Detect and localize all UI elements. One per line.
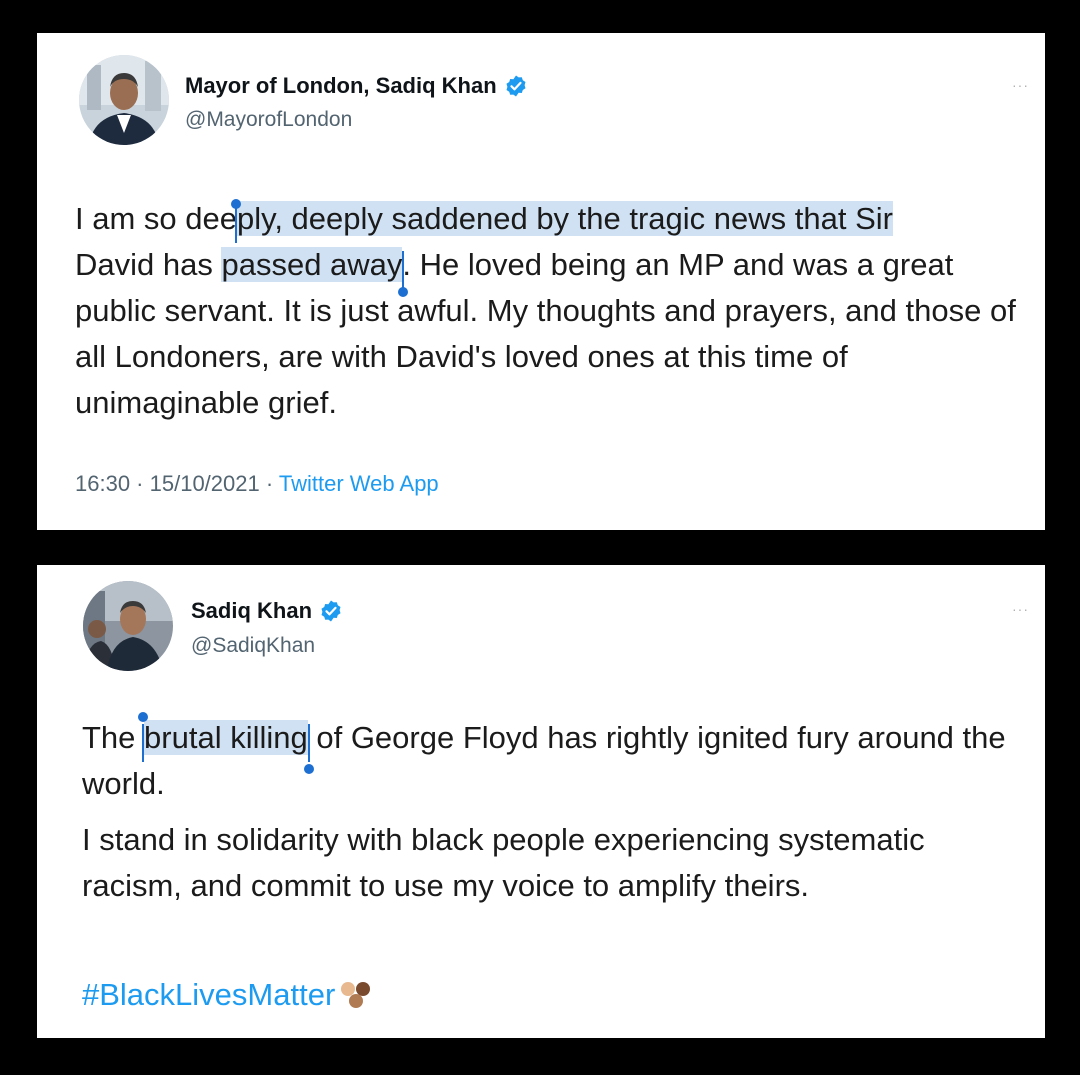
verified-badge-icon	[506, 75, 526, 97]
selection-handle-dot-icon	[231, 199, 241, 209]
verified-badge-icon	[321, 600, 341, 622]
avatar-photo-icon	[83, 581, 173, 671]
more-options-icon[interactable]: ···	[1012, 77, 1029, 93]
selection-handle-dot-icon	[303, 764, 314, 774]
tweet-paragraph: The brutal killing of George Floyd has r…	[82, 712, 1032, 807]
selected-text: ply, deeply saddened by the tragic news …	[237, 201, 893, 236]
selection-start-handle[interactable]	[138, 712, 149, 762]
meta-separator: ·	[130, 471, 150, 496]
tweet-source-link[interactable]: Twitter Web App	[279, 471, 439, 496]
text-selection: brutal killing	[138, 712, 314, 774]
avatar[interactable]	[83, 581, 173, 671]
selection-start-handle[interactable]	[231, 199, 241, 243]
hashtag-row: #BlackLivesMatter	[82, 977, 375, 1013]
author-handle[interactable]: @MayorofLondon	[185, 108, 352, 132]
text-segment: I am so de	[75, 201, 220, 236]
selected-text: brutal killing	[144, 720, 308, 755]
author-handle[interactable]: @SadiqKhan	[191, 634, 315, 658]
selection-handle-dot-icon	[138, 712, 149, 722]
selection-end-handle[interactable]	[303, 724, 314, 774]
hashtag-link[interactable]: #BlackLivesMatter	[82, 977, 335, 1013]
text-segment: The	[82, 720, 145, 755]
tweet-card-sadiq: Sadiq Khan @SadiqKhan ··· The brutal kil…	[37, 565, 1045, 1038]
more-options-icon[interactable]: ···	[1012, 601, 1029, 617]
tweet-text: The brutal killing of George Floyd has r…	[82, 712, 1032, 909]
author-name[interactable]: Mayor of London, Sadiq Khan	[185, 73, 497, 99]
meta-separator: ·	[259, 471, 279, 496]
selection-end-handle[interactable]	[398, 251, 409, 297]
tweet-text: I am so dee ply, deeply saddened by the t…	[75, 196, 1035, 426]
author-name[interactable]: Sadiq Khan	[191, 598, 312, 624]
tweet-date[interactable]: 15/10/2021	[150, 471, 260, 496]
text-selection: passed away	[221, 247, 409, 297]
tweet-paragraph: I stand in solidarity with black people …	[82, 822, 925, 903]
tweet-card-mayor: Mayor of London, Sadiq Khan @MayorofLond…	[37, 33, 1045, 530]
avatar[interactable]	[79, 55, 169, 145]
tweet-metadata: 16:30 · 15/10/2021 · Twitter Web App	[75, 471, 439, 497]
text-selection: ply, deeply saddened by the tragic news …	[231, 199, 893, 243]
raised-fists-emoji-icon	[341, 978, 375, 1012]
text-segment: David has	[75, 247, 222, 282]
author-row: Mayor of London, Sadiq Khan	[185, 73, 528, 99]
tweet-time[interactable]: 16:30	[75, 471, 130, 496]
avatar-photo-icon	[79, 55, 169, 145]
author-row: Sadiq Khan	[191, 598, 343, 624]
selected-text: passed away	[221, 247, 403, 282]
